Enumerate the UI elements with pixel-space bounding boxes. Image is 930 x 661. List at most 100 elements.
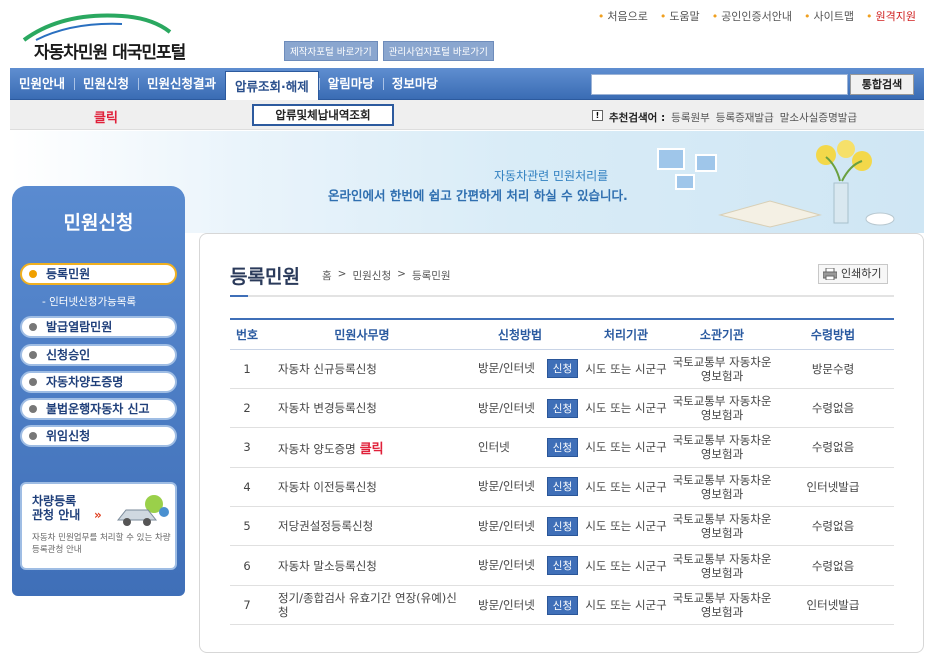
cell-name: 자동차 변경등록신청 [264,388,460,429]
printer-icon [823,268,837,280]
header-name: 민원사무명 [264,318,460,350]
cell-no: 4 [230,467,264,508]
table-row: 2 자동차 변경등록신청 방문/인터넷 신청 시도 또는 시군구 국토교통부 자동… [230,388,894,429]
banner-decoration-icon [657,140,895,228]
chevron-right-icon: > [397,268,406,280]
cell-name: 자동차 말소등록신청 [264,545,460,586]
chevron-right-icon: > [337,268,347,280]
cell-agency: 시도 또는 시군구 [580,467,672,508]
apply-button[interactable]: 신청 [546,437,579,457]
cell-name: 저당권설정등록신청 [264,506,460,547]
cell-no: 7 [230,585,264,626]
table-header-row: 번호 민원사무명 신청방법 처리기관 소관기관 수령방법 [230,318,894,350]
recommend-term[interactable]: 등록원부 [671,110,710,125]
util-remote-support-link[interactable]: • 원격지원 [866,8,916,24]
cell-name: 정기/종합검사 유효기간 연장(유예)신청 [264,585,460,626]
cell-method: 인터넷 신청 [460,427,580,468]
breadcrumb: 홈 > 민원신청 > 등록민원 [322,268,451,283]
apply-button[interactable]: 신청 [546,595,579,615]
lnb-item-issue[interactable]: 발급열람민원 [20,316,177,338]
table-row: 5 저당권설정등록신청 방문/인터넷 신청 시도 또는 시군구 국토교통부 자동차… [230,506,894,547]
logo-text: 자동차민원 대국민포털 [34,43,186,63]
cell-method: 방문/인터넷 신청 [460,506,580,547]
page-title: 등록민원 [230,266,300,288]
cell-dept: 국토교통부 자동차운영보험과 [672,349,772,389]
header-receive: 수령방법 [772,318,894,350]
util-cert-link[interactable]: • 공인인증서안내 [712,8,792,24]
apply-button[interactable]: 신청 [546,477,579,497]
alert-icon: ! [592,110,603,121]
main-content: 등록민원 홈 > 민원신청 > 등록민원 인쇄하기 번호 민원사무명 신청방법 … [199,233,924,653]
apply-button[interactable]: 신청 [546,398,579,418]
search-button[interactable]: 통합검색 [850,74,914,95]
header-dept: 소관기관 [672,318,772,350]
cell-no: 1 [230,349,264,389]
gnb-menu-seizure[interactable]: 압류조회·해제 [225,71,319,100]
search-input[interactable] [591,74,848,95]
cell-no: 2 [230,388,264,429]
breadcrumb-apply[interactable]: 민원신청 [352,268,391,283]
cell-agency: 시도 또는 시군구 [580,427,672,468]
cell-receive: 수령없음 [772,545,894,586]
lnb-sub-item-online-list[interactable]: 인터넷신청가능목록 [42,294,136,309]
gnb-menu-info[interactable]: 정보마당 [382,68,447,100]
cell-dept: 국토교통부 자동차운영보험과 [672,388,772,429]
click-annotation: 클릭 [94,111,118,126]
site-logo[interactable]: 자동차민원 대국민포털 [18,8,208,64]
cell-dept: 국토교통부 자동차운영보험과 [672,545,772,586]
car-gear-icon [116,495,169,526]
header-agency: 처리기관 [580,318,672,350]
maker-portal-button[interactable]: 제작자포털 바로가기 [284,41,378,61]
cell-name: 자동차 이전등록신청 [264,467,460,508]
recommend-label: 추천검색어 : [609,112,666,124]
left-nav-title: 민원신청 [63,212,134,234]
cell-no: 5 [230,506,264,547]
gnb-menu-guide[interactable]: 민원안내 [10,68,74,100]
cell-receive: 인터넷발급 [772,467,894,508]
global-nav: 민원안내 민원신청 민원신청결과 압류조회·해제 알림마당 정보마당 통합검색 [10,68,924,100]
cell-agency: 시도 또는 시군구 [580,388,672,429]
header-method: 신청방법 [460,318,580,350]
left-nav: 민원신청 등록민원 인터넷신청가능목록 발급열람민원 신청승인 자동차양도증명 … [12,186,185,596]
recommend-term[interactable]: 등록증재발급 [716,110,774,125]
guide-title: 차량등록 관청 안내 [32,494,81,522]
cell-method: 방문/인터넷 신청 [460,467,580,508]
gnb-menu-apply[interactable]: 민원신청 [74,68,138,100]
banner-line-2: 온라인에서 한번에 쉽고 간편하게 처리 하실 수 있습니다. [328,188,628,203]
util-help-link[interactable]: • 도움말 [660,8,700,24]
breadcrumb-home[interactable]: 홈 [322,268,332,283]
cell-method: 방문/인터넷 신청 [460,585,580,626]
cell-method: 방문/인터넷 신청 [460,388,580,429]
cell-receive: 수령없음 [772,388,894,429]
portal-buttons: 제작자포털 바로가기 관리사업자포털 바로가기 [284,41,494,61]
lnb-item-registration[interactable]: 등록민원 [20,263,177,285]
util-home-link[interactable]: • 처음으로 [598,8,648,24]
cell-method: 방문/인터넷 신청 [460,545,580,586]
util-sitemap-link[interactable]: • 사이트맵 [804,8,854,24]
print-button[interactable]: 인쇄하기 [818,264,889,284]
lnb-item-approval[interactable]: 신청승인 [20,344,177,366]
cell-receive: 방문수령 [772,349,894,389]
lnb-item-transfer-proof[interactable]: 자동차양도증명 [20,371,177,393]
utility-links: • 처음으로 • 도움말 • 공인인증서안내 • 사이트맵 • 원격지원 [598,8,916,24]
recommend-term[interactable]: 말소사실증명발급 [780,110,857,125]
dropdown-seizure-lookup[interactable]: 압류및체납내역조회 [252,104,394,126]
banner-line-1: 자동차관련 민원처리를 [494,169,609,183]
gnb-menu-notice[interactable]: 알림마당 [318,68,383,100]
lnb-item-delegation[interactable]: 위임신청 [20,425,177,447]
header-no: 번호 [230,318,264,350]
title-divider-accent [230,295,248,297]
title-divider [230,295,894,297]
apply-button[interactable]: 신청 [546,516,579,536]
apply-button[interactable]: 신청 [546,556,579,576]
apply-button[interactable]: 신청 [546,359,579,379]
cell-no: 6 [230,545,264,586]
recommended-search: ! 추천검색어 : 등록원부 등록증재발급 말소사실증명발급 [592,110,857,125]
cell-dept: 국토교통부 자동차운영보험과 [672,427,772,468]
cell-receive: 인터넷발급 [772,585,894,626]
registration-office-guide[interactable]: 차량등록 관청 안내 » 자동차 민원업무를 처리할 수 있는 차량등록관청 안… [20,482,177,570]
table-row: 7 정기/종합검사 유효기간 연장(유예)신청 방문/인터넷 신청 시도 또는 시… [230,585,894,626]
gnb-menu-apply-result[interactable]: 민원신청결과 [138,68,225,100]
lnb-item-illegal-report[interactable]: 불법운행자동차 신고 [20,398,177,420]
business-portal-button[interactable]: 관리사업자포털 바로가기 [382,41,494,61]
